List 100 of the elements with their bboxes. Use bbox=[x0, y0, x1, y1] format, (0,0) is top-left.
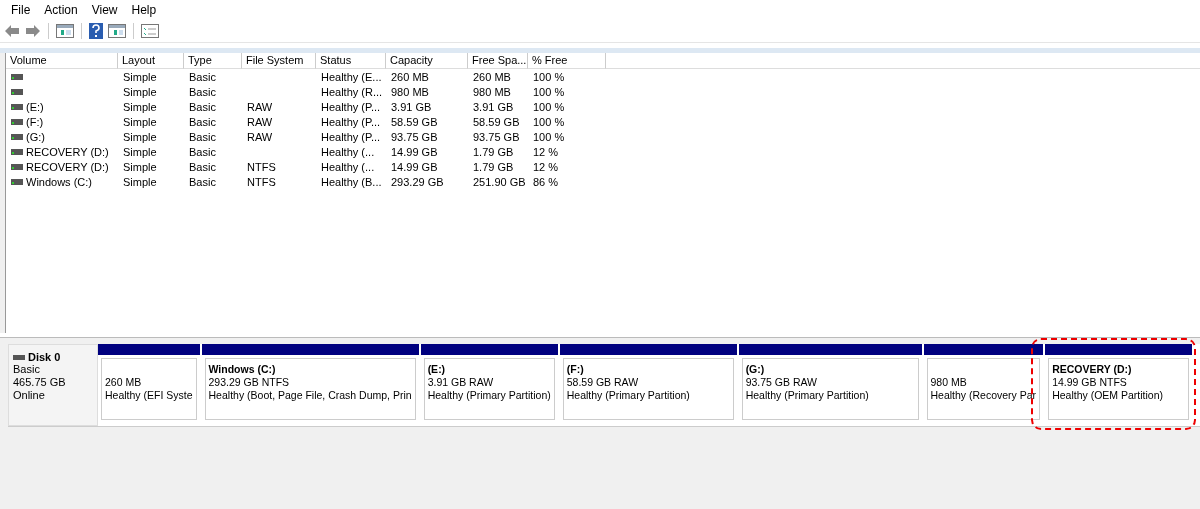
table-cell: Healthy (E... bbox=[321, 70, 382, 83]
table-cell: 980 MB bbox=[391, 85, 429, 98]
drive-icon bbox=[11, 163, 23, 170]
table-cell: Simple bbox=[123, 85, 157, 98]
menu-item[interactable]: Help bbox=[124, 3, 164, 17]
partition-size: 58.59 GB RAW bbox=[566, 376, 640, 389]
drive-icon bbox=[11, 73, 23, 80]
column-header[interactable]: Capacity bbox=[386, 53, 468, 69]
table-cell: 100 % bbox=[533, 115, 565, 128]
menu-item[interactable]: File bbox=[4, 3, 38, 17]
column-header[interactable]: Free Spa... bbox=[468, 53, 528, 69]
table-cell: Simple bbox=[123, 115, 157, 128]
table-cell: 3.91 GB bbox=[473, 100, 514, 113]
partition-name: (G:) bbox=[745, 363, 766, 376]
table-cell: 251.90 GB bbox=[473, 175, 526, 188]
partition-status: Healthy (Primary Partition) bbox=[745, 389, 870, 402]
back-icon[interactable] bbox=[4, 24, 20, 38]
drive-icon bbox=[11, 133, 23, 140]
partition-name: (F:) bbox=[566, 363, 585, 376]
table-cell: 1.79 GB bbox=[473, 145, 514, 158]
partition-status: Healthy (Boot, Page File, Crash Dump, Prin bbox=[208, 389, 412, 402]
drive-icon bbox=[11, 118, 23, 125]
table-cell: 100 % bbox=[533, 70, 565, 83]
partition-status: Healthy (Primary Partition) bbox=[427, 389, 551, 402]
column-header[interactable]: Layout bbox=[118, 53, 184, 69]
table-cell: RAW bbox=[247, 115, 273, 128]
table-cell: 86 % bbox=[533, 175, 559, 188]
table-cell: RECOVERY (D:) bbox=[26, 145, 109, 158]
table-cell: Basic bbox=[189, 85, 216, 98]
menu-item[interactable]: View bbox=[84, 3, 125, 17]
help-icon[interactable] bbox=[89, 23, 103, 39]
table-cell: Simple bbox=[123, 100, 157, 113]
table-cell: 260 MB bbox=[391, 70, 429, 83]
table-cell: Healthy (P... bbox=[321, 115, 381, 128]
partition-size: 14.99 GB NTFS bbox=[1052, 376, 1128, 389]
table-cell: 93.75 GB bbox=[473, 130, 520, 143]
disk-name: Disk 0 bbox=[28, 351, 61, 363]
table-cell: 3.91 GB bbox=[391, 100, 432, 113]
table-cell: 12 % bbox=[533, 160, 559, 173]
properties-icon[interactable] bbox=[141, 24, 159, 38]
table-cell: 100 % bbox=[533, 130, 565, 143]
table-cell: 980 MB bbox=[473, 85, 511, 98]
partition-status: Healthy (Primary Partition) bbox=[566, 389, 691, 402]
table-cell: RAW bbox=[247, 100, 273, 113]
table-cell: 1.79 GB bbox=[473, 160, 514, 173]
table-cell: Simple bbox=[123, 70, 157, 83]
column-header[interactable]: Type bbox=[184, 53, 242, 69]
table-cell: Healthy (R... bbox=[321, 85, 383, 98]
disk-type: Basic bbox=[13, 363, 41, 376]
partition-name: Windows (C:) bbox=[208, 363, 277, 376]
drive-icon bbox=[11, 103, 23, 110]
table-cell: Basic bbox=[189, 130, 216, 143]
drive-icon bbox=[11, 88, 23, 95]
table-cell: (E:) bbox=[26, 100, 44, 113]
table-cell: Basic bbox=[189, 175, 216, 188]
table-cell: Healthy (... bbox=[321, 160, 375, 173]
table-cell: Basic bbox=[189, 145, 216, 158]
table-cell: Simple bbox=[123, 130, 157, 143]
drive-icon bbox=[11, 178, 23, 185]
table-cell: Basic bbox=[189, 70, 216, 83]
table-cell: RAW bbox=[247, 130, 273, 143]
forward-icon[interactable] bbox=[25, 24, 41, 38]
table-cell: 100 % bbox=[533, 85, 565, 98]
table-cell: NTFS bbox=[247, 175, 276, 188]
console-tree-icon[interactable] bbox=[56, 24, 74, 38]
table-cell: 14.99 GB bbox=[391, 145, 438, 158]
table-cell: Windows (C:) bbox=[26, 175, 92, 188]
column-header[interactable]: Status bbox=[316, 53, 386, 69]
partition-name: RECOVERY (D:) bbox=[1052, 363, 1133, 376]
table-cell: 293.29 GB bbox=[391, 175, 444, 188]
table-cell: Healthy (B... bbox=[321, 175, 382, 188]
table-cell: Healthy (P... bbox=[321, 130, 381, 143]
partition-size: 260 MB bbox=[105, 376, 143, 389]
table-cell: 58.59 GB bbox=[391, 115, 438, 128]
table-cell: 100 % bbox=[533, 100, 565, 113]
column-header[interactable]: % Free bbox=[528, 53, 606, 69]
partition-size: 293.29 GB NTFS bbox=[208, 376, 291, 389]
partition-size: 3.91 GB RAW bbox=[427, 376, 495, 389]
table-cell: 93.75 GB bbox=[391, 130, 438, 143]
table-cell: Basic bbox=[189, 100, 216, 113]
table-cell: Basic bbox=[189, 160, 216, 173]
table-cell: Healthy (... bbox=[321, 145, 375, 158]
menu-item[interactable]: Action bbox=[37, 3, 85, 17]
action-pane-icon[interactable] bbox=[108, 24, 126, 38]
table-cell: Healthy (P... bbox=[321, 100, 381, 113]
table-cell: NTFS bbox=[247, 160, 276, 173]
column-header[interactable]: File System bbox=[242, 53, 316, 69]
table-cell: Simple bbox=[123, 160, 157, 173]
table-cell: 12 % bbox=[533, 145, 559, 158]
table-cell: 58.59 GB bbox=[473, 115, 520, 128]
table-cell: Simple bbox=[123, 145, 157, 158]
drive-icon bbox=[11, 148, 23, 155]
partition-status: Healthy (Recovery Par bbox=[930, 389, 1037, 402]
partition-name: (E:) bbox=[427, 363, 447, 376]
partition-size: 980 MB bbox=[930, 376, 968, 389]
disk-state: Online bbox=[13, 389, 46, 402]
table-cell: (F:) bbox=[26, 115, 44, 128]
column-header[interactable]: Volume bbox=[6, 53, 118, 69]
partition-status: Healthy (EFI Syste bbox=[105, 389, 193, 402]
table-cell: RECOVERY (D:) bbox=[26, 160, 109, 173]
